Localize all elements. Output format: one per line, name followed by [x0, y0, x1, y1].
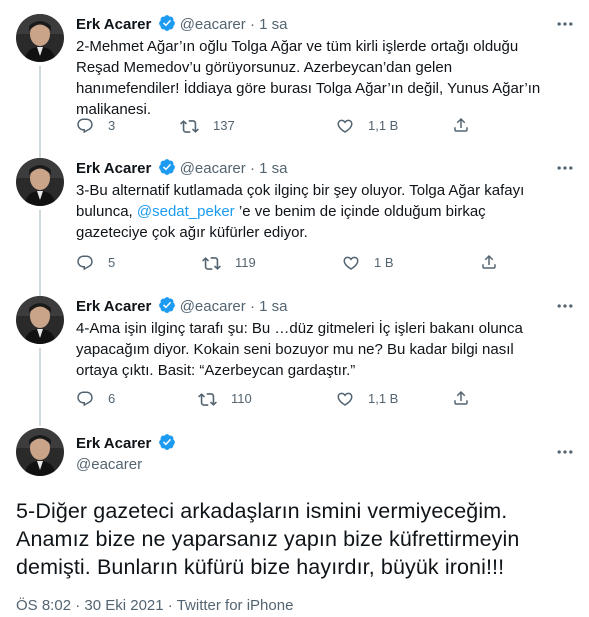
- retweet-button[interactable]: 137: [180, 116, 235, 136]
- thread-line: [39, 348, 41, 426]
- reply-button[interactable]: 6: [76, 389, 115, 409]
- more-options-icon[interactable]: [555, 158, 575, 178]
- like-button[interactable]: 1,1 B: [336, 116, 398, 136]
- tweet-metadata: ÖS 8:02 · 30 Eki 2021 · Twitter for iPho…: [16, 596, 293, 616]
- author-name[interactable]: Erk Acarer: [76, 160, 151, 177]
- tweet-source[interactable]: Twitter for iPhone: [177, 597, 294, 614]
- reply-count: 6: [108, 391, 116, 406]
- share-button[interactable]: [452, 389, 470, 407]
- reply-count: 5: [108, 255, 116, 270]
- verified-badge-icon: [158, 14, 176, 38]
- separator-dot: ·: [75, 597, 81, 614]
- retweet-icon: [202, 256, 221, 270]
- reply-icon: [77, 391, 93, 407]
- author-name[interactable]: Erk Acarer: [76, 298, 151, 315]
- more-options-icon[interactable]: [555, 296, 575, 316]
- tweet-header: Erk Acarer @eacarer · 1 sa: [76, 158, 287, 182]
- tweet-timestamp[interactable]: ÖS 8:02: [16, 597, 71, 614]
- tweet-time[interactable]: 1 sa: [259, 298, 287, 315]
- mention-link[interactable]: @sedat_peker: [137, 203, 235, 220]
- author-handle[interactable]: @eacarer: [76, 456, 142, 473]
- separator-dot: ·: [249, 16, 255, 33]
- more-options-icon[interactable]: [555, 442, 575, 462]
- tweet-time[interactable]: 1 sa: [259, 160, 287, 177]
- author-avatar[interactable]: [16, 296, 64, 344]
- author-handle[interactable]: @eacarer: [180, 298, 246, 315]
- reply-button[interactable]: 3: [76, 116, 115, 136]
- retweet-icon: [180, 119, 199, 133]
- tweet-header: Erk Acarer @eacarer · 1 sa: [76, 14, 287, 38]
- share-button[interactable]: [480, 253, 498, 271]
- like-count: 1 B: [374, 255, 394, 270]
- verified-badge-icon: [158, 433, 176, 457]
- reply-count: 3: [108, 118, 116, 133]
- verified-badge-icon: [158, 296, 176, 320]
- heart-icon: [337, 119, 353, 133]
- main-tweet-handle-row: @eacarer: [76, 455, 142, 475]
- tweet-time[interactable]: 1 sa: [259, 16, 287, 33]
- like-button[interactable]: 1,1 B: [336, 389, 398, 409]
- retweet-count: 137: [213, 118, 235, 133]
- tweet-actions: 3 137 1,1 B: [76, 116, 476, 136]
- reply-icon: [77, 255, 93, 271]
- author-avatar[interactable]: [16, 158, 64, 206]
- author-name[interactable]: Erk Acarer: [76, 16, 151, 33]
- main-tweet-text: 5-Diğer gazeteci arkadaşların ismini ver…: [16, 499, 520, 579]
- retweet-count: 119: [235, 255, 256, 270]
- thread-line: [39, 66, 41, 158]
- author-avatar[interactable]: [16, 14, 64, 62]
- share-icon: [482, 254, 496, 269]
- tweet-header: Erk Acarer @eacarer · 1 sa: [76, 296, 287, 320]
- tweet-actions: 5 119 1 B: [76, 253, 496, 273]
- retweet-icon: [198, 392, 217, 406]
- share-icon: [454, 117, 468, 132]
- retweet-button[interactable]: 119: [202, 253, 256, 273]
- heart-icon: [343, 256, 359, 270]
- tweet-date[interactable]: 30 Eki 2021: [84, 597, 163, 614]
- tweet-text: 3-Bu alternatif kutlamada çok ilginç bir…: [76, 180, 556, 243]
- thread-line: [39, 210, 41, 296]
- main-tweet-header: Erk Acarer: [76, 433, 176, 457]
- retweet-count: 110: [231, 391, 252, 406]
- share-icon: [454, 390, 468, 405]
- separator-dot: ·: [167, 597, 173, 614]
- reply-button[interactable]: 5: [76, 253, 115, 273]
- author-name[interactable]: Erk Acarer: [76, 435, 151, 452]
- author-avatar[interactable]: [16, 428, 64, 476]
- heart-icon: [337, 392, 353, 406]
- like-button[interactable]: 1 B: [342, 253, 394, 273]
- like-count: 1,1 B: [368, 118, 399, 133]
- tweet-text: 4-Ama işin ilginç tarafı şu: Bu …düz git…: [76, 320, 523, 379]
- like-count: 1,1 B: [368, 391, 399, 406]
- share-button[interactable]: [452, 116, 470, 134]
- separator-dot: ·: [249, 160, 255, 177]
- author-handle[interactable]: @eacarer: [180, 160, 246, 177]
- tweet-actions: 6 110 1,1 B: [76, 389, 476, 409]
- more-options-icon[interactable]: [555, 14, 575, 34]
- verified-badge-icon: [158, 158, 176, 182]
- tweet-text: 2-Mehmet Ağar’ın oğlu Tolga Ağar ve tüm …: [76, 38, 541, 118]
- separator-dot: ·: [249, 298, 255, 315]
- reply-icon: [77, 118, 93, 134]
- author-handle[interactable]: @eacarer: [180, 16, 246, 33]
- retweet-button[interactable]: 110: [198, 389, 252, 409]
